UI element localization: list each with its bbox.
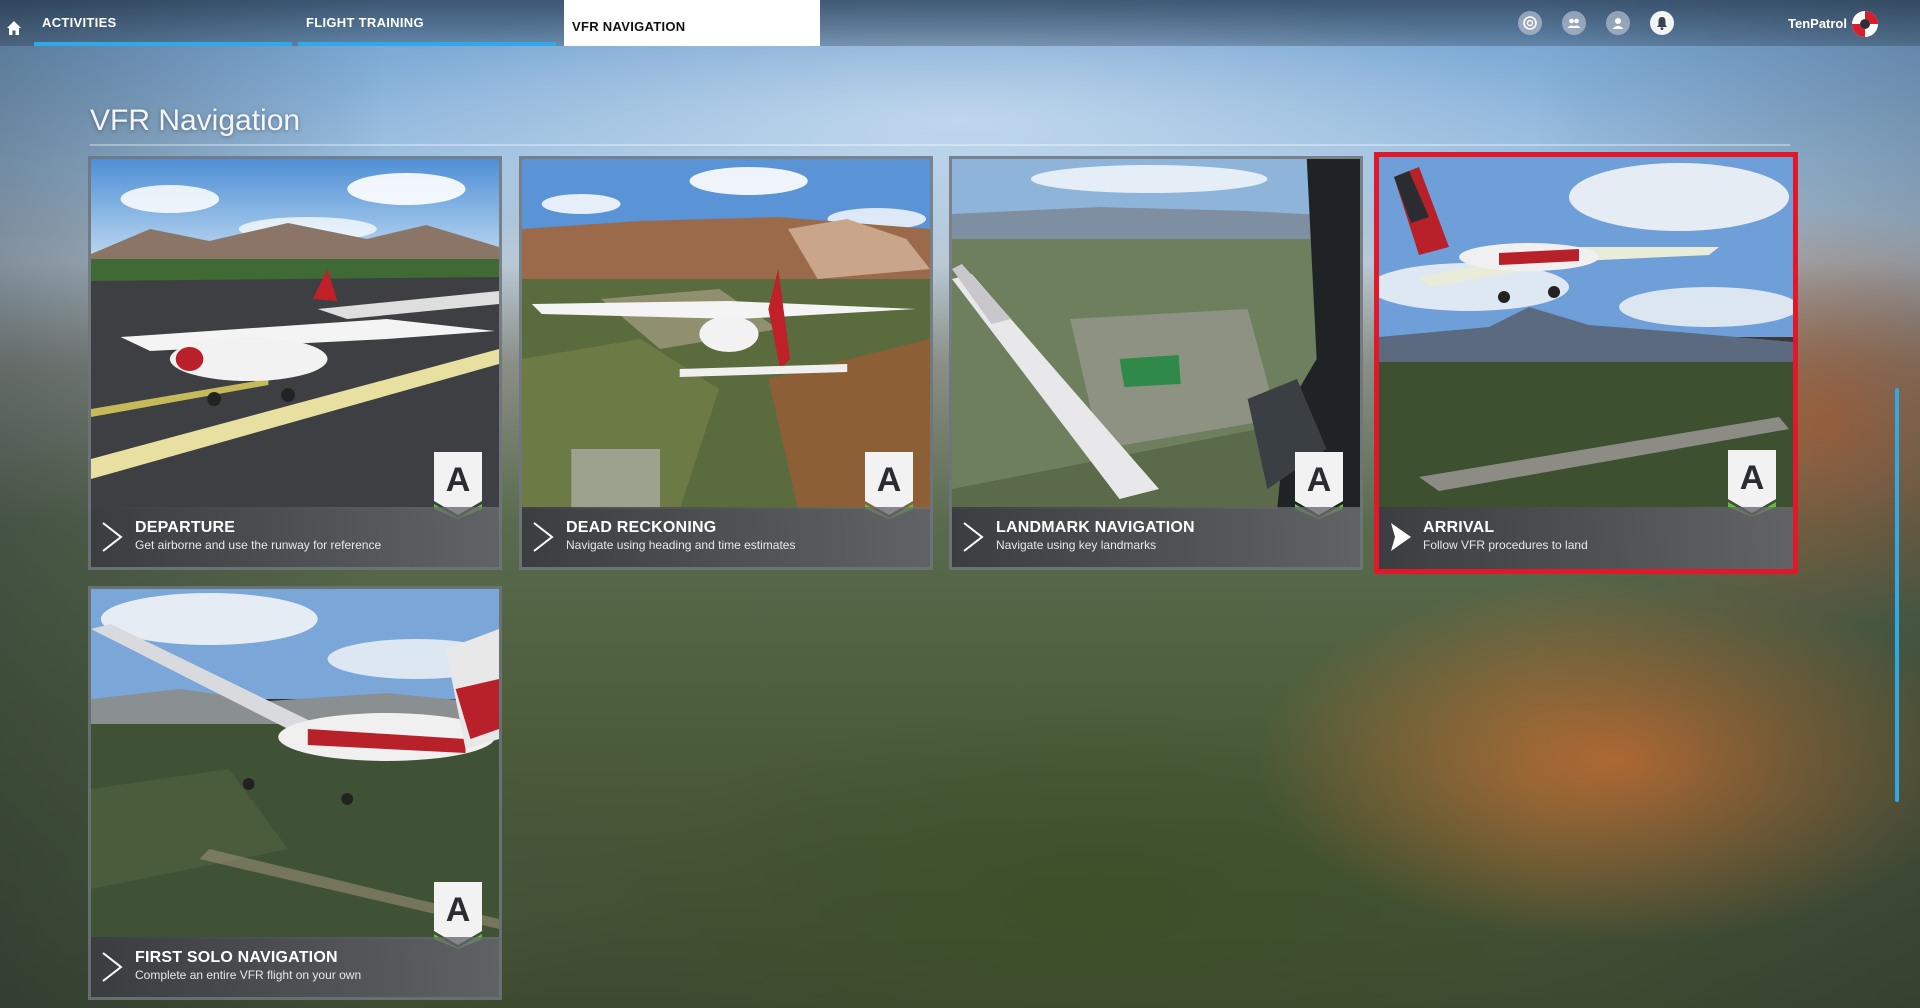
play-chevron-icon (102, 952, 123, 982)
achievements-button[interactable] (1518, 11, 1542, 35)
lesson-card-footer: DEPARTURE Get airborne and use the runwa… (91, 507, 499, 567)
title-divider (90, 144, 1790, 146)
home-icon (7, 21, 21, 35)
lesson-title: FIRST SOLO NAVIGATION (135, 949, 338, 966)
lesson-card-arrival[interactable]: A ARRIVAL Follow VFR procedures to land (1374, 152, 1798, 574)
tab-label: VFR NAVIGATION (572, 19, 686, 34)
page-title: VFR Navigation (90, 104, 301, 137)
lesson-card-footer: FIRST SOLO NAVIGATION Complete an entire… (91, 937, 499, 997)
top-navigation-bar: ACTIVITIES FLIGHT TRAINING VFR NAVIGATIO… (0, 0, 1920, 46)
username[interactable]: TenPatrol (1788, 16, 1847, 31)
notifications-button[interactable] (1650, 11, 1674, 35)
grade-letter: A (877, 461, 902, 499)
tab-label: FLIGHT TRAINING (306, 15, 424, 30)
lesson-title: LANDMARK NAVIGATION (996, 519, 1195, 536)
profile-button[interactable] (1606, 11, 1630, 35)
friends-button[interactable] (1562, 11, 1586, 35)
play-chevron-icon (533, 522, 554, 552)
lesson-card-footer: DEAD RECKONING Navigate using heading an… (522, 507, 930, 567)
lesson-subtitle: Navigate using key landmarks (996, 538, 1157, 552)
lesson-title: DEAD RECKONING (566, 519, 717, 536)
play-chevron-icon (1391, 523, 1411, 551)
notifications-icon (1657, 17, 1667, 30)
lesson-card-dead-reckoning[interactable]: A DEAD RECKONING Navigate using heading … (519, 156, 933, 570)
play-chevron-icon (963, 522, 984, 552)
lesson-card-departure[interactable]: A DEPARTURE Get airborne and use the run… (88, 156, 502, 570)
tab-label: ACTIVITIES (42, 15, 117, 30)
grade-letter: A (446, 891, 471, 929)
tab-vfr-navigation[interactable]: VFR NAVIGATION (564, 0, 820, 46)
tab-activities[interactable]: ACTIVITIES (34, 0, 292, 46)
lesson-card-landmark-navigation[interactable]: A LANDMARK NAVIGATION Navigate using key… (949, 156, 1363, 570)
lesson-subtitle: Complete an entire VFR flight on your ow… (135, 968, 362, 982)
lesson-title: DEPARTURE (135, 519, 236, 536)
scrollbar[interactable] (1895, 388, 1899, 802)
grade-letter: A (446, 461, 471, 499)
lesson-subtitle: Get airborne and use the runway for refe… (135, 538, 382, 552)
lesson-card-first-solo-navigation[interactable]: A FIRST SOLO NAVIGATION Complete an enti… (88, 586, 502, 1000)
lesson-subtitle: Navigate using heading and time estimate… (566, 538, 796, 552)
home-button[interactable] (0, 14, 28, 42)
grade-letter: A (1740, 459, 1765, 497)
play-chevron-icon (102, 522, 123, 552)
achievements-icon (1523, 16, 1537, 30)
lesson-card-footer: LANDMARK NAVIGATION Navigate using key l… (952, 507, 1360, 567)
grade-letter: A (1307, 461, 1332, 499)
lesson-subtitle: Follow VFR procedures to land (1423, 538, 1588, 552)
tab-flight-training[interactable]: FLIGHT TRAINING (298, 0, 556, 46)
lesson-title: ARRIVAL (1423, 519, 1495, 536)
help-lifebuoy-icon[interactable] (1850, 9, 1880, 39)
friends-icon (1567, 18, 1581, 28)
profile-icon (1612, 18, 1624, 29)
lesson-card-footer: ARRIVAL Follow VFR procedures to land (1379, 507, 1793, 569)
